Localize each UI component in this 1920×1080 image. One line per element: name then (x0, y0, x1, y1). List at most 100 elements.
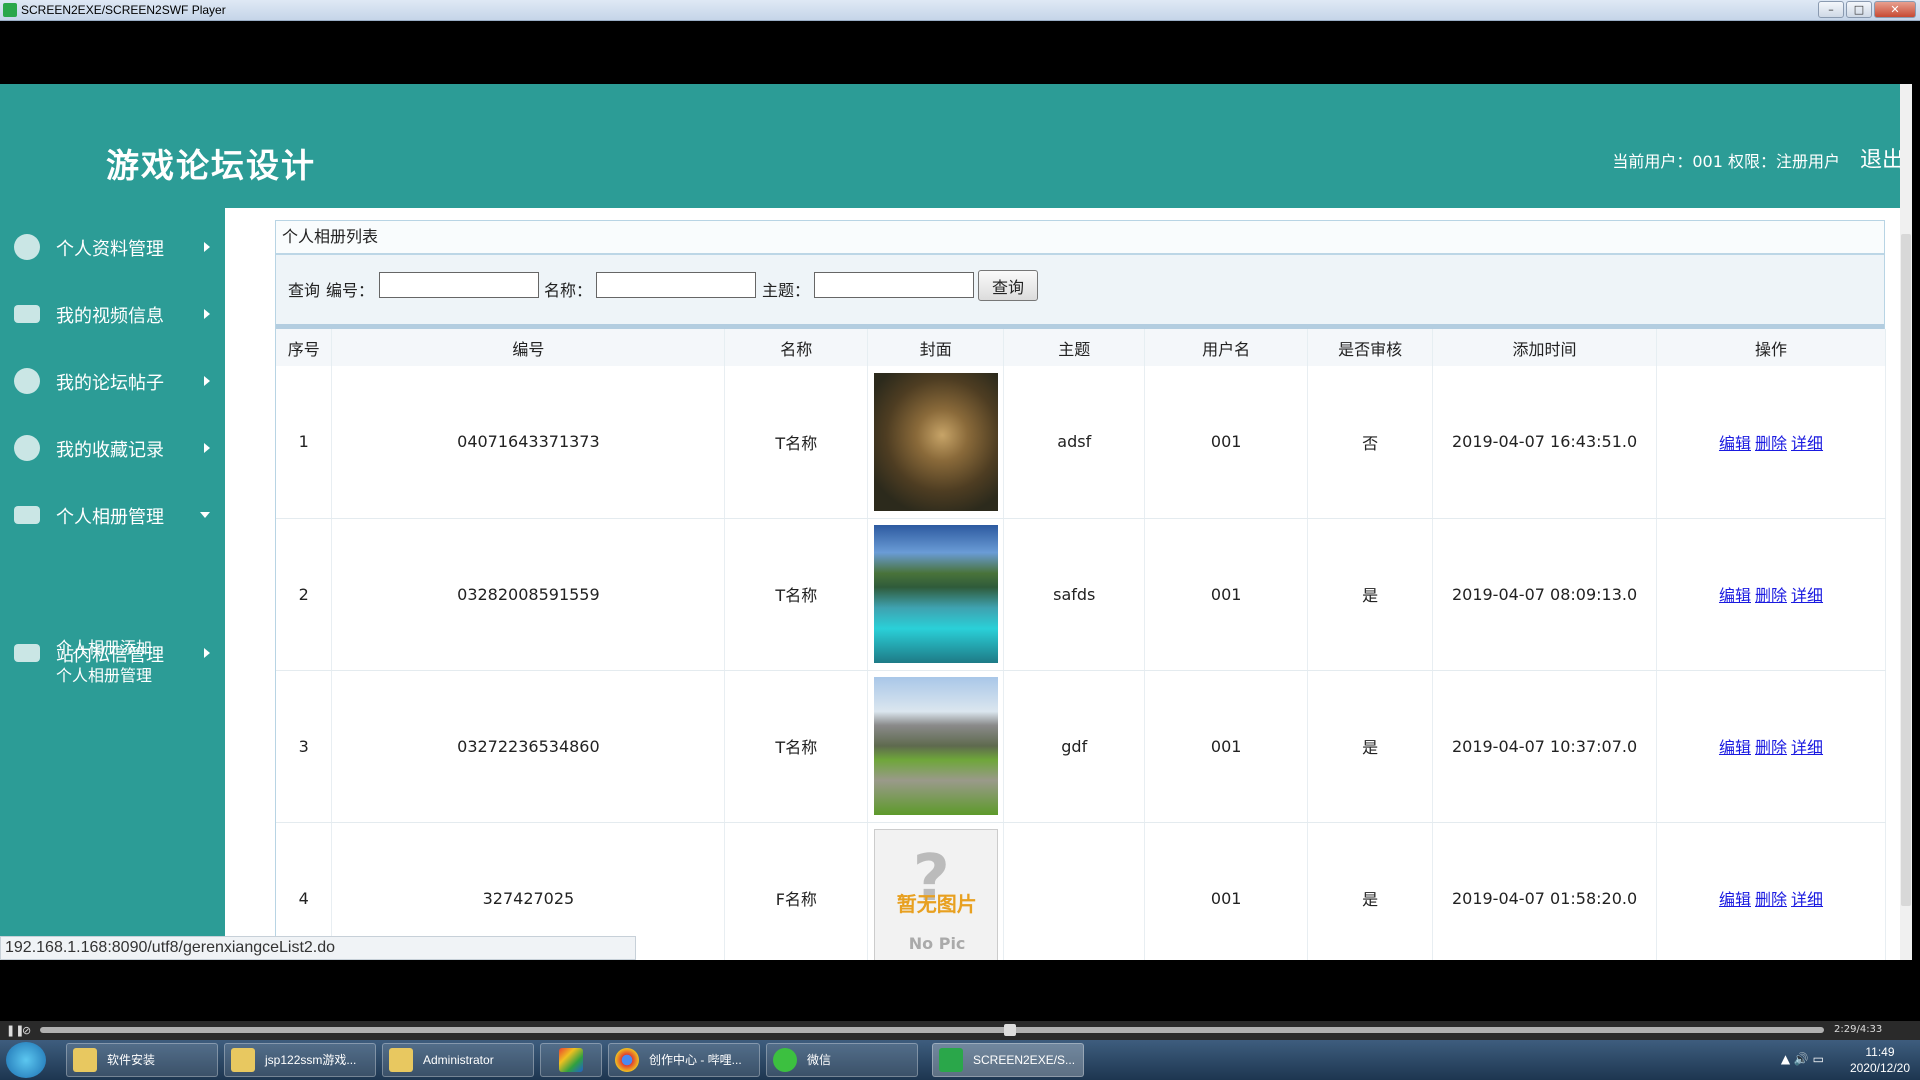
sidebar-item-label: 我的收藏记录 (56, 440, 164, 461)
sidebar-item-forum[interactable]: 我的论坛帖子 (0, 360, 225, 400)
taskbar-item-label: jsp122ssm游戏... (265, 1053, 357, 1067)
edit-link[interactable]: 编辑 (1719, 434, 1751, 453)
window-controls: – □ ✕ (1818, 1, 1916, 18)
taskbar-item-project[interactable]: jsp122ssm游戏... (224, 1043, 376, 1077)
app-icon (3, 3, 17, 17)
app-icon (14, 435, 40, 461)
col-header-audited: 是否审核 (1307, 329, 1434, 366)
taskbar-item-screen2exe[interactable]: SCREEN2EXE/S... (932, 1043, 1084, 1077)
table-header-row: 序号 编号 名称 封面 主题 用户名 是否审核 添加时间 操作 (276, 329, 1886, 366)
cell-audited: 否 (1307, 366, 1434, 519)
code-label: 编号： (326, 281, 375, 300)
cell-user: 001 (1144, 518, 1309, 671)
cell-cover: ? 暂无图片 No Pic (867, 822, 1005, 960)
edit-link[interactable]: 编辑 (1719, 738, 1751, 757)
sidebar-item-label: 我的论坛帖子 (56, 373, 164, 394)
table-row: 1 04071643371373 T名称 adsf 001 否 2019-04-… (276, 366, 1886, 519)
chevron-right-icon (204, 376, 210, 386)
col-header-ops: 操作 (1656, 329, 1886, 366)
system-clock[interactable]: 11:49 2020/12/20 (1850, 1044, 1910, 1076)
cell-name: F名称 (724, 822, 869, 960)
web-app: 游戏论坛设计 当前用户：001 权限：注册用户 退出 个人资料管理 我的视频信息… (0, 84, 1910, 960)
sidebar-item-messages[interactable]: 站内私信管理 (0, 632, 225, 672)
cell-index: 1 (276, 366, 333, 519)
minimize-button[interactable]: – (1818, 1, 1844, 18)
delete-link[interactable]: 删除 (1755, 738, 1787, 757)
cell-audited: 是 (1307, 670, 1434, 823)
cell-ops: 编辑 删除 详细 (1656, 670, 1886, 823)
name-label: 名称： (544, 281, 593, 300)
clock-time: 11:49 (1865, 1045, 1895, 1059)
cell-index: 2 (276, 518, 333, 671)
table-row: 2 03282008591559 T名称 safds 001 是 2019-04… (276, 518, 1886, 671)
cell-index: 3 (276, 670, 333, 823)
detail-link[interactable]: 详细 (1791, 890, 1823, 909)
system-tray-icons[interactable]: ▲ 🔊 ▭ (1781, 1052, 1824, 1066)
player-control-bar: ❚❚ ⊘ 2:29/4:33 (0, 1021, 1920, 1040)
cell-ops: 编辑 删除 详细 (1656, 518, 1886, 671)
chevron-down-icon (200, 512, 210, 518)
edit-link[interactable]: 编辑 (1719, 890, 1751, 909)
scrollbar-thumb[interactable] (1901, 234, 1911, 906)
folder-icon (231, 1048, 255, 1072)
windows-taskbar: 软件安装 jsp122ssm游戏... Administrator 创作中心 -… (0, 1040, 1920, 1080)
detail-link[interactable]: 详细 (1791, 434, 1823, 453)
cell-cover (867, 518, 1005, 671)
cell-time: 2019-04-07 16:43:51.0 (1432, 366, 1658, 519)
cover-image (873, 372, 998, 511)
stop-icon[interactable]: ⊘ (22, 1024, 31, 1037)
player-progress-knob[interactable] (1004, 1024, 1016, 1036)
name-input[interactable] (596, 272, 756, 298)
no-picture-text: 暂无图片 (896, 892, 977, 916)
player-progress-track[interactable] (40, 1027, 1824, 1033)
cell-audited: 是 (1307, 822, 1434, 960)
taskbar-item-label: 软件安装 (107, 1053, 156, 1067)
cover-image (873, 525, 998, 663)
taskbar-item-administrator[interactable]: Administrator (382, 1043, 534, 1077)
sidebar-item-album[interactable]: 个人相册管理 (0, 494, 225, 534)
search-button[interactable]: 查询 (978, 270, 1038, 301)
sidebar: 个人资料管理 我的视频信息 我的论坛帖子 我的收藏记录 个人相册管理 个人相册添… (0, 208, 225, 960)
cell-theme: adsf (1003, 366, 1146, 519)
search-bar: 查询 编号： 名称： 主题： 查询 (276, 255, 1884, 329)
delete-link[interactable]: 删除 (1755, 890, 1787, 909)
chevron-right-icon (204, 648, 210, 658)
sidebar-item-video[interactable]: 我的视频信息 (0, 293, 225, 333)
cell-code: 03272236534860 (331, 670, 726, 823)
cell-user: 001 (1144, 366, 1309, 519)
taskbar-item-software[interactable]: 软件安装 (66, 1043, 218, 1077)
maximize-button[interactable]: □ (1846, 1, 1872, 18)
sidebar-item-favorites[interactable]: 我的收藏记录 (0, 427, 225, 467)
cell-audited: 是 (1307, 518, 1434, 671)
no-picture-english-text: No Pic (908, 934, 966, 953)
status-bar-url: 192.168.1.168:8090/utf8/gerenxiangceList… (0, 936, 636, 960)
cell-name: T名称 (724, 366, 869, 519)
detail-link[interactable]: 详细 (1791, 586, 1823, 605)
panel-title: 个人相册列表 (276, 221, 1884, 255)
sidebar-item-profile[interactable]: 个人资料管理 (0, 226, 225, 266)
edit-link[interactable]: 编辑 (1719, 586, 1751, 605)
cell-theme: safds (1003, 518, 1146, 671)
delete-link[interactable]: 删除 (1755, 586, 1787, 605)
cell-ops: 编辑 删除 详细 (1656, 822, 1886, 960)
taskbar-item-chrome[interactable]: 创作中心 - 哔哩... (608, 1043, 760, 1077)
taskbar-item-label: Administrator (423, 1053, 494, 1067)
cell-user: 001 (1144, 670, 1309, 823)
taskbar-item-wechat[interactable]: 微信 (766, 1043, 918, 1077)
cell-time: 2019-04-07 01:58:20.0 (1432, 822, 1658, 960)
col-header-user: 用户名 (1144, 329, 1309, 366)
message-icon (14, 644, 40, 662)
start-button[interactable] (6, 1042, 46, 1078)
detail-link[interactable]: 详细 (1791, 738, 1823, 757)
delete-link[interactable]: 删除 (1755, 434, 1787, 453)
theme-input[interactable] (814, 272, 974, 298)
cell-code: 03282008591559 (331, 518, 726, 671)
code-input[interactable] (379, 272, 539, 298)
video-icon (14, 305, 40, 323)
close-button[interactable]: ✕ (1874, 1, 1916, 18)
taskbar-item-colorful-app[interactable] (540, 1043, 602, 1077)
cell-theme: gdf (1003, 670, 1146, 823)
page-scrollbar[interactable] (1900, 84, 1912, 960)
chevron-right-icon (204, 443, 210, 453)
logout-link[interactable]: 退出 (1860, 142, 1904, 174)
